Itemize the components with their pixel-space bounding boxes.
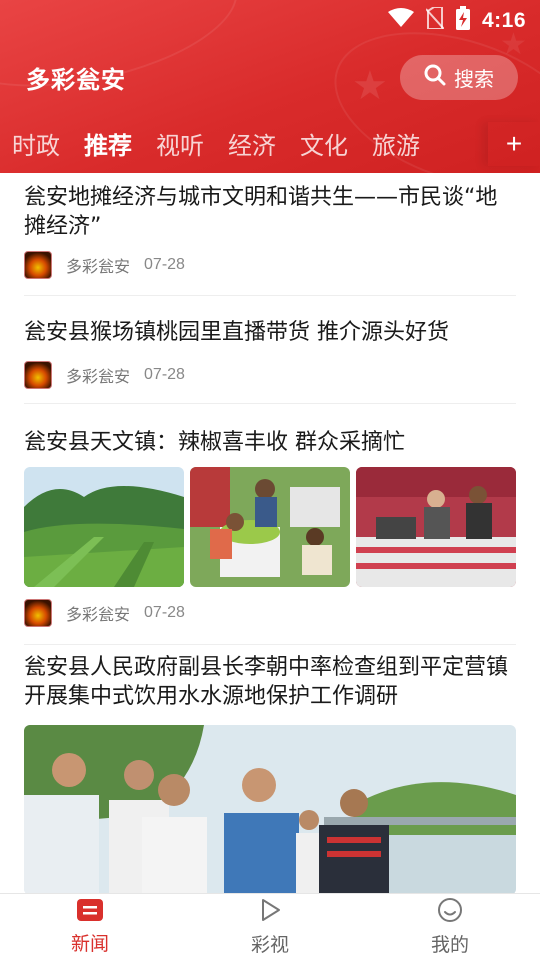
news-meta: 多彩瓮安 07-28	[24, 249, 516, 281]
news-title: 瓮安县天文镇：辣椒喜丰收 群众采摘忙	[24, 430, 405, 455]
news-feed[interactable]: 瓮安地摊经济与城市文明和谐共生——市民谈“地摊经济” 多彩瓮安 07-28 瓮安…	[0, 173, 540, 893]
status-bar: 4:16	[0, 0, 540, 36]
nav-video-label: 彩视	[250, 934, 289, 956]
tab-shizheng[interactable]: 时政	[0, 126, 72, 161]
nav-mine-label: 我的	[430, 934, 469, 956]
news-source: 多彩瓮安	[66, 367, 131, 386]
nav-mine[interactable]: 我的	[360, 894, 540, 960]
news-date: 07-28	[144, 604, 185, 621]
app-header: ★ ★ 4:16 多彩瓮安 搜索 时政 推荐 视听 经济 文化 旅游 +	[0, 0, 540, 173]
news-title: 瓮安县猴场镇桃园里直播带货 推介源头好货	[24, 320, 449, 345]
star-decoration-icon: ★	[352, 64, 388, 108]
news-title: 瓮安县人民政府副县长李朝中率检查组到平定营镇开展集中式饮用水水源地保护工作调研	[24, 655, 509, 709]
news-thumbnail	[190, 467, 350, 587]
nav-video[interactable]: 彩视	[180, 894, 360, 960]
search-icon	[424, 64, 446, 92]
news-date: 07-28	[144, 256, 185, 273]
tab-jingji[interactable]: 经济	[216, 126, 288, 161]
search-label: 搜索	[454, 69, 494, 91]
news-image-row	[24, 467, 516, 587]
news-thumbnail	[24, 467, 184, 587]
news-cover-image	[24, 725, 516, 893]
source-logo	[24, 361, 52, 389]
wifi-icon	[387, 8, 414, 33]
category-tabs: 时政 推荐 视听 经济 文化 旅游	[0, 120, 490, 166]
tab-shiting[interactable]: 视听	[144, 126, 216, 161]
smile-icon	[437, 897, 463, 928]
news-title: 瓮安地摊经济与城市文明和谐共生——市民谈“地摊经济”	[24, 185, 498, 239]
status-time: 4:16	[481, 8, 526, 32]
nav-news-label: 新闻	[70, 933, 109, 955]
nav-news[interactable]: 新闻	[0, 894, 180, 960]
news-meta: 多彩瓮安 07-28	[24, 359, 516, 391]
news-icon	[76, 898, 104, 927]
search-button[interactable]: 搜索	[400, 55, 518, 100]
news-source: 多彩瓮安	[66, 257, 131, 276]
add-tab-button[interactable]: +	[488, 122, 540, 166]
tab-lvyou[interactable]: 旅游	[360, 126, 432, 161]
no-sim-icon	[425, 6, 445, 34]
news-meta: 多彩瓮安 07-28	[24, 597, 516, 629]
app-title: 多彩瓮安	[26, 66, 126, 94]
bottom-nav: 新闻 彩视 我的	[0, 893, 540, 960]
tab-wenhua[interactable]: 文化	[288, 126, 360, 161]
tab-tuijian[interactable]: 推荐	[72, 126, 144, 161]
play-icon	[257, 897, 283, 928]
news-thumbnail	[356, 467, 516, 587]
source-logo	[24, 599, 52, 627]
battery-charging-icon	[455, 6, 470, 35]
news-item[interactable]: 瓮安地摊经济与城市文明和谐共生——市民谈“地摊经济” 多彩瓮安 07-28	[24, 173, 516, 296]
news-item[interactable]: 瓮安县人民政府副县长李朝中率检查组到平定营镇开展集中式饮用水水源地保护工作调研	[24, 645, 516, 893]
news-item[interactable]: 瓮安县天文镇：辣椒喜丰收 群众采摘忙 多彩瓮安 07-28	[24, 404, 516, 645]
news-date: 07-28	[144, 366, 185, 383]
news-item[interactable]: 瓮安县猴场镇桃园里直播带货 推介源头好货 多彩瓮安 07-28	[24, 296, 516, 404]
news-source: 多彩瓮安	[66, 605, 131, 624]
source-logo	[24, 251, 52, 279]
